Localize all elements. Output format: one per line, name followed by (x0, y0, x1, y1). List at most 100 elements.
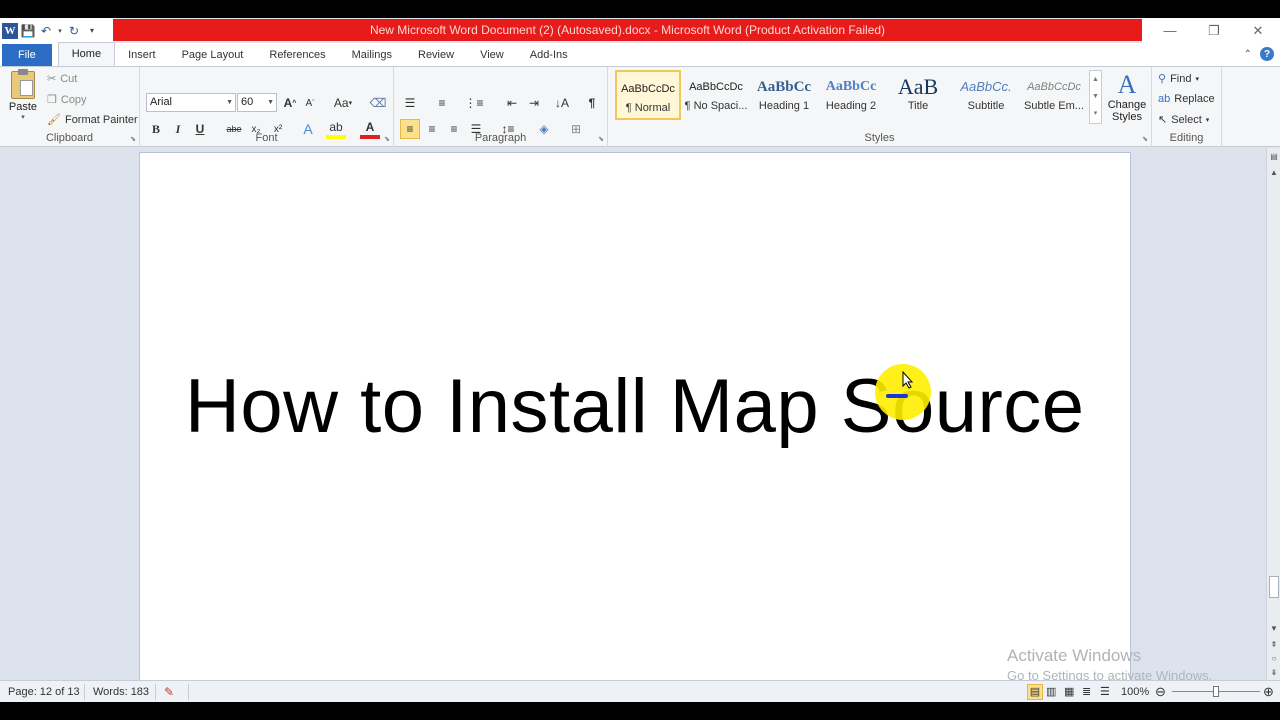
paragraph-group: ☰ ≡ ⋮≡ ⇤ ⇥ ↓A ¶ ≡ ≡ ≡ ☰ ↕≡ ◈ ⊞ Paragraph… (394, 67, 608, 147)
select-button[interactable]: ↖ Select ▾ (1158, 113, 1209, 127)
dropdown-arrow-icon[interactable]: ▾ (56, 23, 64, 39)
format-painter-button[interactable]: 🖌 Format Painter (47, 113, 138, 127)
zoom-in-icon[interactable]: ⊕ (1263, 681, 1274, 703)
style-name: ¶ No Spaci... (684, 100, 748, 112)
minimize-ribbon-icon[interactable]: ⌃ (1244, 49, 1252, 60)
dialog-launcher-icon[interactable]: ⬊ (130, 135, 136, 143)
style-name: ¶ Normal (625, 102, 671, 114)
ribbon-tabs: File Home Insert Page Layout References … (0, 42, 1280, 67)
dialog-launcher-icon[interactable]: ⬊ (598, 135, 604, 143)
copy-button[interactable]: ❐ Copy (47, 93, 87, 107)
tab-references[interactable]: References (256, 44, 338, 66)
word-count[interactable]: Words: 183 (93, 681, 149, 703)
style-name: Heading 1 (758, 100, 810, 112)
dialog-launcher-icon[interactable]: ⬊ (1142, 135, 1148, 143)
outline-icon[interactable]: ≣ (1082, 681, 1091, 703)
zoom-slider-thumb[interactable] (1213, 686, 1219, 697)
bullets-icon[interactable]: ☰ (400, 93, 420, 113)
style-title[interactable]: AaB Title (885, 70, 951, 120)
ruler-toggle-icon[interactable]: ▤ (1267, 150, 1280, 164)
tab-view[interactable]: View (467, 44, 517, 66)
clear-formatting-icon[interactable]: ⌫ (368, 93, 388, 113)
select-label: Select (1171, 113, 1202, 126)
scroll-up-icon[interactable]: ▲ (1267, 166, 1280, 180)
numbering-icon[interactable]: ≡ (432, 93, 452, 113)
show-formatting-button[interactable]: ¶ (582, 93, 602, 113)
undo-icon[interactable]: ↶ (38, 23, 54, 39)
replace-icon: ab (1158, 93, 1171, 105)
draft-icon[interactable]: ☰ (1100, 681, 1110, 703)
sort-icon[interactable]: ↓A (552, 93, 572, 113)
redo-icon[interactable]: ↻ (66, 23, 82, 39)
clipboard-group: Paste ▾ ✂ Cut ❐ Copy 🖌 Format Painter Clipb… (0, 67, 140, 147)
change-styles-icon: A (1117, 70, 1137, 99)
style-normal[interactable]: AaBbCcDc ¶ Normal (615, 70, 681, 120)
change-case-icon[interactable]: Aa ▾ (330, 93, 356, 113)
dialog-launcher-icon[interactable]: ⬊ (384, 135, 390, 143)
mouse-pointer-icon (902, 371, 914, 389)
save-icon[interactable]: 💾 (20, 23, 36, 39)
increase-indent-icon[interactable]: ⇥ (524, 93, 544, 113)
font-size-combo[interactable]: 60 ▼ (237, 93, 277, 112)
replace-button[interactable]: ab Replace (1158, 93, 1215, 105)
style-preview: AaBbCcDc (689, 81, 743, 93)
tab-review[interactable]: Review (405, 44, 467, 66)
document-area: How to Install Map Source (0, 148, 1266, 680)
word-logo-icon[interactable]: W (2, 22, 18, 39)
style-no-spacing[interactable]: AaBbCcDc ¶ No Spaci... (683, 70, 749, 120)
page-count[interactable]: Page: 12 of 13 (8, 681, 80, 703)
proofing-icon[interactable]: ✎ (164, 681, 174, 703)
status-bar: Page: 12 of 13 Words: 183 ✎ ▤ ▥ ▦ ≣ ☰ 10… (0, 680, 1280, 702)
style-heading-1[interactable]: AaBbCc Heading 1 (751, 70, 817, 120)
shrink-font-icon[interactable]: Aˇ (300, 93, 320, 113)
tab-home[interactable]: Home (57, 42, 116, 66)
scrollbar-thumb[interactable] (1269, 576, 1279, 598)
restore-button[interactable]: ❐ (1192, 18, 1236, 43)
tab-page-layout[interactable]: Page Layout (169, 44, 257, 66)
vertical-scrollbar[interactable]: ▤ ▲ ▼ ⇞ ○ ⇟ (1266, 148, 1280, 680)
style-subtitle[interactable]: AaBbCc. Subtitle (953, 70, 1019, 120)
style-preview: AaBbCcDc (1027, 81, 1081, 93)
find-button[interactable]: ⚲ Find ▾ (1158, 72, 1199, 86)
scroll-down-icon[interactable]: ▼ (1267, 622, 1280, 636)
document-page[interactable]: How to Install Map Source (139, 152, 1131, 680)
format-painter-label: Format Painter (64, 113, 138, 126)
style-subtle-emphasis[interactable]: AaBbCcDc Subtle Em... (1021, 70, 1087, 120)
change-styles-button[interactable]: A Change Styles (1105, 70, 1149, 124)
tab-mailings[interactable]: Mailings (339, 44, 405, 66)
tab-insert[interactable]: Insert (115, 44, 169, 66)
chevron-down-icon: ▼ (226, 99, 233, 106)
customize-toolbar-icon[interactable]: ▾ (84, 23, 100, 39)
web-layout-icon[interactable]: ▦ (1064, 681, 1074, 703)
document-heading[interactable]: How to Install Map Source (185, 363, 1085, 450)
font-name-combo[interactable]: Arial ▼ (146, 93, 236, 112)
tab-add-ins[interactable]: Add-Ins (517, 44, 581, 66)
full-screen-reading-icon[interactable]: ▥ (1046, 681, 1056, 703)
quick-access-toolbar: W 💾 ↶ ▾ ↻ ▾ (0, 18, 114, 43)
word-window: W 💾 ↶ ▾ ↻ ▾ New Microsoft Word Document … (0, 18, 1280, 702)
next-page-icon[interactable]: ⇟ (1267, 666, 1280, 680)
multilevel-list-icon[interactable]: ⋮≡ (464, 93, 484, 113)
styles-scroll[interactable]: ▲ ▼ ▾ (1089, 70, 1102, 124)
style-name: Subtle Em... (1024, 100, 1084, 112)
decrease-indent-icon[interactable]: ⇤ (502, 93, 522, 113)
zoom-out-icon[interactable]: ⊖ (1155, 681, 1166, 703)
style-heading-2[interactable]: AaBbCc Heading 2 (818, 70, 884, 120)
tab-file[interactable]: File (2, 44, 52, 66)
zoom-level[interactable]: 100% (1121, 681, 1149, 703)
close-button[interactable]: ✕ (1236, 18, 1280, 43)
grow-font-icon[interactable]: A ^ (280, 93, 300, 113)
print-layout-icon[interactable]: ▤ (1027, 684, 1043, 700)
style-preview: AaBbCc. (960, 79, 1012, 94)
browse-object-icon[interactable]: ○ (1267, 652, 1280, 666)
style-preview: AaBbCc (756, 79, 812, 95)
find-label: Find (1170, 72, 1192, 85)
style-name: Subtitle (967, 100, 1005, 112)
help-icon[interactable]: ? (1260, 47, 1274, 61)
font-size-value: 60 (241, 96, 254, 108)
paste-button[interactable]: Paste ▾ (6, 69, 40, 125)
minimize-button[interactable]: — (1148, 18, 1192, 43)
paintbrush-icon: 🖌 (47, 114, 61, 126)
previous-page-icon[interactable]: ⇞ (1267, 638, 1280, 652)
cut-button[interactable]: ✂ Cut (47, 72, 77, 86)
